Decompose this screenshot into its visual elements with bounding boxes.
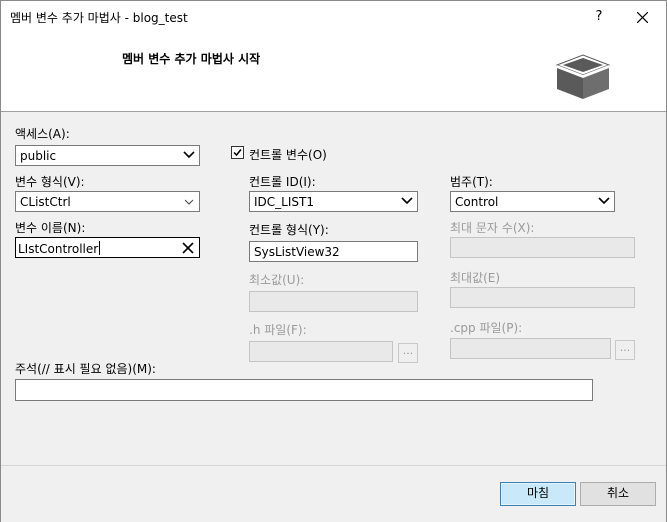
chevron-down-icon bbox=[183, 151, 195, 159]
var-type-combo[interactable]: CListCtrl bbox=[15, 191, 200, 212]
cpp-file-browse-button: ... bbox=[615, 340, 635, 360]
control-variable-label[interactable]: 컨트롤 변수(O) bbox=[249, 146, 327, 163]
category-label: 범주(T): bbox=[450, 175, 493, 189]
close-button[interactable] bbox=[629, 6, 655, 28]
category-value: Control bbox=[455, 195, 499, 209]
wizard-heading: 멤버 변수 추가 마법사 시작 bbox=[122, 52, 261, 66]
var-type-label: 변수 형식(V): bbox=[15, 175, 85, 189]
h-file-input bbox=[249, 341, 393, 362]
wizard-banner: 멤버 변수 추가 마법사 시작 bbox=[1, 33, 666, 112]
var-type-value: CListCtrl bbox=[20, 195, 71, 209]
title-bar: 멤버 변수 추가 마법사 - blog_test ? bbox=[1, 1, 666, 33]
h-file-label: .h 파일(F): bbox=[249, 323, 307, 337]
max-value-input bbox=[450, 287, 635, 308]
help-button[interactable]: ? bbox=[587, 6, 611, 28]
control-type-input[interactable]: SysListView32 bbox=[249, 241, 418, 262]
close-icon bbox=[637, 12, 648, 23]
access-dropdown[interactable]: public bbox=[15, 145, 200, 166]
control-type-value: SysListView32 bbox=[254, 245, 340, 259]
min-value-label: 최소값(U): bbox=[249, 273, 305, 287]
finish-button[interactable]: 마침 bbox=[500, 482, 576, 506]
cancel-button[interactable]: 취소 bbox=[580, 482, 656, 506]
cpp-file-label: .cpp 파일(P): bbox=[450, 321, 523, 335]
box-icon bbox=[555, 54, 611, 99]
control-variable-checkbox[interactable] bbox=[231, 146, 244, 159]
control-type-label: 컨트롤 형식(Y): bbox=[249, 223, 329, 237]
max-chars-label: 최대 문자 수(X): bbox=[450, 221, 535, 235]
chevron-down-icon bbox=[401, 197, 413, 205]
dialog-window: 멤버 변수 추가 마법사 - blog_test ? 멤버 변수 추가 마법사 … bbox=[0, 0, 667, 522]
var-name-label: 변수 이름(N): bbox=[15, 221, 86, 235]
comment-label: 주석(// 표시 필요 없음)(M): bbox=[15, 362, 156, 376]
var-name-input[interactable]: LIstController bbox=[15, 237, 200, 258]
control-id-dropdown[interactable]: IDC_LIST1 bbox=[249, 191, 418, 212]
checkmark-icon bbox=[233, 149, 242, 157]
window-title: 멤버 변수 추가 마법사 - blog_test bbox=[10, 11, 188, 25]
chevron-down-icon bbox=[598, 197, 610, 205]
clear-icon[interactable] bbox=[182, 242, 194, 254]
access-value: public bbox=[20, 149, 57, 163]
comment-input[interactable] bbox=[15, 379, 593, 401]
var-name-value: LIstController bbox=[18, 242, 99, 256]
min-value-input bbox=[249, 291, 418, 312]
text-cursor bbox=[99, 241, 101, 255]
control-id-label: 컨트롤 ID(I): bbox=[249, 175, 316, 189]
button-bar: 마침 취소 bbox=[1, 465, 666, 522]
access-label: 액세스(A): bbox=[15, 127, 70, 141]
max-value-label: 최대값(E) bbox=[450, 271, 501, 285]
category-dropdown[interactable]: Control bbox=[450, 191, 615, 212]
chevron-down-icon[interactable] bbox=[184, 199, 194, 205]
cpp-file-input bbox=[450, 338, 611, 359]
max-chars-input bbox=[450, 237, 635, 258]
control-id-value: IDC_LIST1 bbox=[254, 195, 314, 209]
h-file-browse-button: ... bbox=[398, 343, 418, 363]
